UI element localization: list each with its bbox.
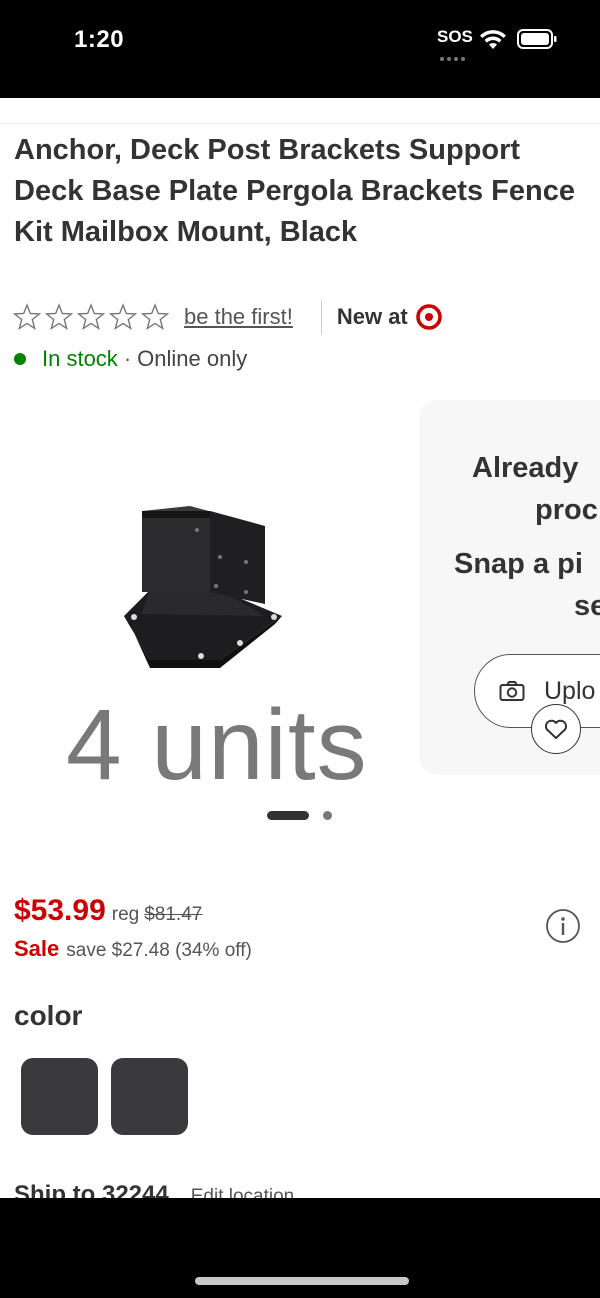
write-review-link[interactable]: be the first! <box>184 304 293 330</box>
rating-stars[interactable] <box>12 302 170 332</box>
wifi-icon <box>480 30 506 49</box>
sale-row: Sale save $27.48 (34% off) <box>14 936 252 962</box>
sale-label: Sale <box>14 936 60 961</box>
signal-dots-icon <box>440 48 470 61</box>
target-logo-icon <box>415 304 442 330</box>
carousel-dot-active[interactable] <box>267 811 309 820</box>
shipping-row: Ship to 32244 Edit location <box>14 1181 294 1198</box>
divider <box>320 300 322 334</box>
reg-label: reg <box>111 904 140 925</box>
product-page: Anchor, Deck Post Brackets Support Deck … <box>0 98 600 1198</box>
current-price: $53.99 <box>14 894 106 927</box>
header-edge <box>0 98 600 124</box>
favorite-button[interactable] <box>531 704 581 754</box>
status-time: 1:20 <box>74 26 125 53</box>
product-title: Anchor, Deck Post Brackets Support Deck … <box>14 134 575 248</box>
stock-status: In stock · Online only <box>14 346 247 372</box>
star-icon <box>76 303 106 330</box>
new-at-label: New at <box>336 304 408 329</box>
in-stock-dot-icon <box>14 353 26 365</box>
color-swatch[interactable] <box>21 1058 98 1135</box>
stock-label: In stock <box>42 346 118 371</box>
savings-text: save $27.48 (34% off) <box>66 940 252 961</box>
upload-button-label: Uplo <box>544 677 596 705</box>
availability-channel: Online only <box>137 346 248 371</box>
image-caption: 4 units <box>66 689 368 801</box>
star-icon <box>12 303 42 330</box>
star-icon <box>108 303 138 330</box>
star-icon <box>140 303 170 330</box>
edit-location-link[interactable]: Edit location <box>191 1186 295 1198</box>
regular-price: $81.47 <box>144 904 203 925</box>
ship-to-label: Ship to 32244 <box>14 1181 169 1198</box>
home-indicator[interactable] <box>195 1277 409 1285</box>
star-icon <box>44 303 74 330</box>
sos-indicator: SOS <box>437 27 473 46</box>
camera-icon <box>499 681 525 701</box>
upload-heading-line1: Already <box>472 452 579 484</box>
price-row: $53.99 reg $81.47 <box>14 894 202 928</box>
battery-icon <box>517 29 557 49</box>
stock-separator: · <box>123 346 132 371</box>
carousel-dot[interactable] <box>323 811 332 820</box>
heart-icon <box>544 719 568 739</box>
status-bar: 1:20 SOS <box>0 0 600 98</box>
upload-heading-line2: proc <box>535 494 598 526</box>
color-label: color <box>14 1000 83 1031</box>
upload-body-line1: Snap a pi <box>454 548 583 580</box>
rating-row: be the first! New at <box>12 300 442 334</box>
color-swatch[interactable] <box>111 1058 188 1135</box>
upload-body-line2: se <box>574 590 600 622</box>
info-icon[interactable] <box>545 908 581 944</box>
